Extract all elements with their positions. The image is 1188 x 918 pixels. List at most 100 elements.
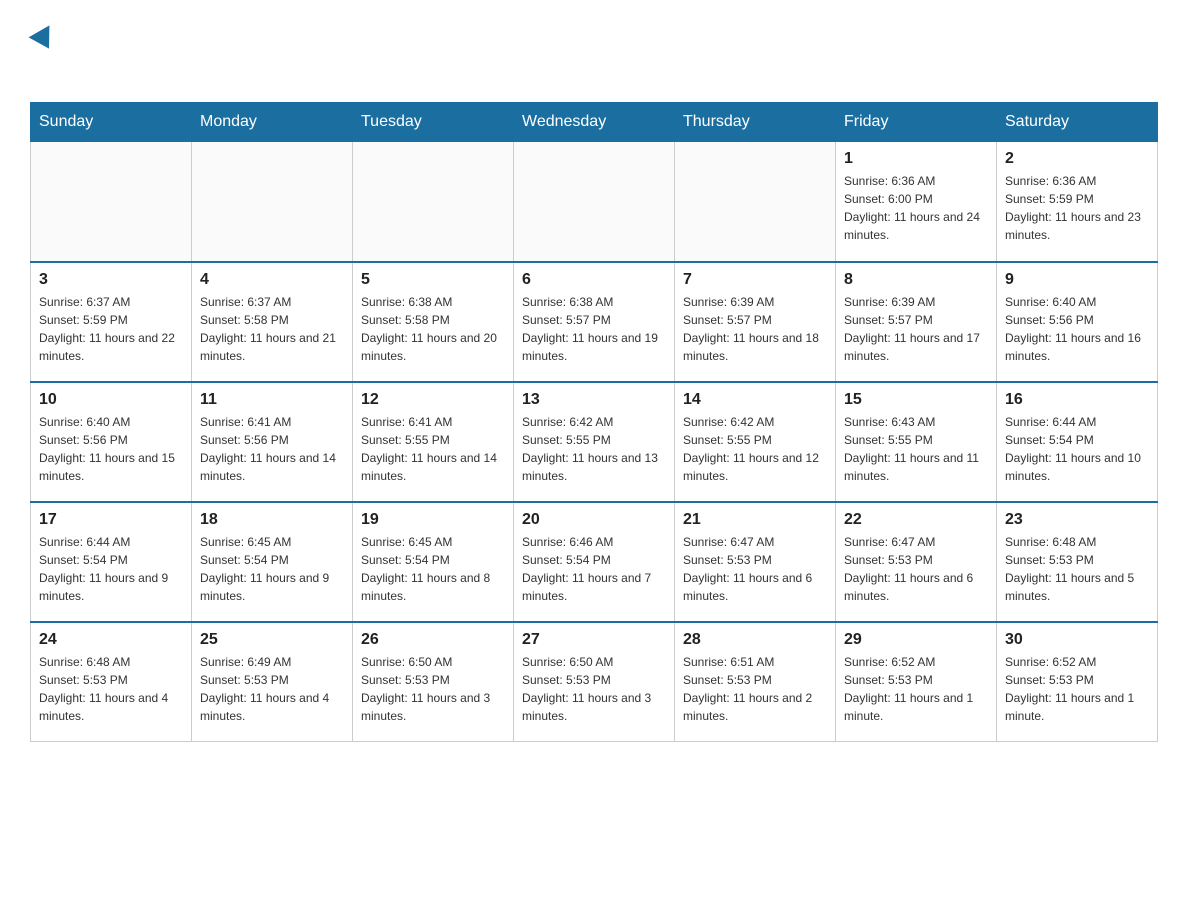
sunrise-text: Sunrise: 6:52 AM [1005, 653, 1149, 671]
weekday-header-sunday: Sunday [31, 103, 192, 142]
day-number: 12 [361, 391, 505, 409]
day-info: Sunrise: 6:42 AMSunset: 5:55 PMDaylight:… [683, 413, 827, 485]
sunset-text: Sunset: 5:58 PM [200, 311, 344, 329]
table-row: 9Sunrise: 6:40 AMSunset: 5:56 PMDaylight… [997, 262, 1158, 382]
table-row [31, 142, 192, 262]
day-number: 15 [844, 391, 988, 409]
sunrise-text: Sunrise: 6:44 AM [1005, 413, 1149, 431]
sunrise-text: Sunrise: 6:48 AM [1005, 533, 1149, 551]
day-info: Sunrise: 6:50 AMSunset: 5:53 PMDaylight:… [361, 653, 505, 725]
sunset-text: Sunset: 5:55 PM [683, 431, 827, 449]
calendar-week-row: 10Sunrise: 6:40 AMSunset: 5:56 PMDayligh… [31, 382, 1158, 502]
sunrise-text: Sunrise: 6:38 AM [522, 293, 666, 311]
sunrise-text: Sunrise: 6:36 AM [844, 172, 988, 190]
table-row: 20Sunrise: 6:46 AMSunset: 5:54 PMDayligh… [514, 502, 675, 622]
day-info: Sunrise: 6:52 AMSunset: 5:53 PMDaylight:… [1005, 653, 1149, 725]
day-info: Sunrise: 6:48 AMSunset: 5:53 PMDaylight:… [1005, 533, 1149, 605]
day-number: 13 [522, 391, 666, 409]
day-number: 18 [200, 511, 344, 529]
table-row [675, 142, 836, 262]
sunrise-text: Sunrise: 6:43 AM [844, 413, 988, 431]
day-number: 29 [844, 631, 988, 649]
table-row: 23 Sunrise: 6:48 AMSunset: 5:53 PMDayligh… [997, 502, 1158, 622]
table-row: 27Sunrise: 6:50 AMSunset: 5:53 PMDayligh… [514, 622, 675, 742]
sunrise-text: Sunrise: 6:37 AM [39, 293, 183, 311]
day-info: Sunrise: 6:47 AMSunset: 5:53 PMDaylight:… [844, 533, 988, 605]
sunset-text: Sunset: 5:53 PM [844, 551, 988, 569]
day-number: 17 [39, 511, 183, 529]
sunset-text: Sunset: 5:56 PM [39, 431, 183, 449]
table-row: 6Sunrise: 6:38 AMSunset: 5:57 PMDaylight… [514, 262, 675, 382]
day-number: 30 [1005, 631, 1149, 649]
day-number: 4 [200, 271, 344, 289]
table-row: 22Sunrise: 6:47 AMSunset: 5:53 PMDayligh… [836, 502, 997, 622]
sunrise-text: Sunrise: 6:41 AM [361, 413, 505, 431]
daylight-text: Daylight: 11 hours and 6 minutes. [844, 569, 988, 605]
day-info: Sunrise: 6:37 AMSunset: 5:58 PMDaylight:… [200, 293, 344, 365]
sunrise-text: Sunrise: 6:40 AM [1005, 293, 1149, 311]
daylight-text: Daylight: 11 hours and 12 minutes. [683, 449, 827, 485]
sunset-text: Sunset: 5:53 PM [200, 671, 344, 689]
table-row: 1 Sunrise: 6:36 AMSunset: 6:00 PMDaylight… [836, 142, 997, 262]
sunrise-text: Sunrise: 6:44 AM [39, 533, 183, 551]
sunset-text: Sunset: 5:59 PM [39, 311, 183, 329]
sunset-text: Sunset: 5:57 PM [522, 311, 666, 329]
day-info: Sunrise: 6:40 AMSunset: 5:56 PMDaylight:… [1005, 293, 1149, 365]
day-number: 23 [1005, 511, 1149, 529]
day-info: Sunrise: 6:44 AMSunset: 5:54 PMDaylight:… [1005, 413, 1149, 485]
sunrise-text: Sunrise: 6:36 AM [1005, 172, 1149, 190]
day-info: Sunrise: 6:48 AMSunset: 5:53 PMDaylight:… [39, 653, 183, 725]
sunrise-text: Sunrise: 6:47 AM [683, 533, 827, 551]
sunset-text: Sunset: 5:59 PM [1005, 190, 1149, 208]
day-info: Sunrise: 6:42 AMSunset: 5:55 PMDaylight:… [522, 413, 666, 485]
sunset-text: Sunset: 5:53 PM [683, 551, 827, 569]
day-info: Sunrise: 6:49 AMSunset: 5:53 PMDaylight:… [200, 653, 344, 725]
daylight-text: Daylight: 11 hours and 21 minutes. [200, 329, 344, 365]
table-row: 5Sunrise: 6:38 AMSunset: 5:58 PMDaylight… [353, 262, 514, 382]
sunrise-text: Sunrise: 6:52 AM [844, 653, 988, 671]
sunrise-text: Sunrise: 6:39 AM [844, 293, 988, 311]
table-row: 7Sunrise: 6:39 AMSunset: 5:57 PMDaylight… [675, 262, 836, 382]
sunrise-text: Sunrise: 6:51 AM [683, 653, 827, 671]
day-number: 3 [39, 271, 183, 289]
table-row: 28Sunrise: 6:51 AMSunset: 5:53 PMDayligh… [675, 622, 836, 742]
day-number: 25 [200, 631, 344, 649]
daylight-text: Daylight: 11 hours and 8 minutes. [361, 569, 505, 605]
daylight-text: Daylight: 11 hours and 19 minutes. [522, 329, 666, 365]
weekday-header-thursday: Thursday [675, 103, 836, 142]
day-number: 19 [361, 511, 505, 529]
sunset-text: Sunset: 5:53 PM [844, 671, 988, 689]
weekday-header-tuesday: Tuesday [353, 103, 514, 142]
page-header [30, 30, 1158, 82]
day-number: 26 [361, 631, 505, 649]
sunset-text: Sunset: 5:53 PM [39, 671, 183, 689]
table-row: 15Sunrise: 6:43 AMSunset: 5:55 PMDayligh… [836, 382, 997, 502]
sunset-text: Sunset: 5:54 PM [1005, 431, 1149, 449]
table-row: 12Sunrise: 6:41 AMSunset: 5:55 PMDayligh… [353, 382, 514, 502]
daylight-text: Daylight: 11 hours and 20 minutes. [361, 329, 505, 365]
day-number: 11 [200, 391, 344, 409]
table-row: 14Sunrise: 6:42 AMSunset: 5:55 PMDayligh… [675, 382, 836, 502]
day-info: Sunrise: 6:36 AMSunset: 6:00 PMDaylight:… [844, 172, 988, 244]
day-number: 7 [683, 271, 827, 289]
sunset-text: Sunset: 5:55 PM [844, 431, 988, 449]
daylight-text: Daylight: 11 hours and 5 minutes. [1005, 569, 1149, 605]
sunrise-text: Sunrise: 6:37 AM [200, 293, 344, 311]
daylight-text: Daylight: 11 hours and 14 minutes. [361, 449, 505, 485]
table-row: 17Sunrise: 6:44 AMSunset: 5:54 PMDayligh… [31, 502, 192, 622]
day-number: 1 [844, 150, 988, 168]
daylight-text: Daylight: 11 hours and 18 minutes. [683, 329, 827, 365]
day-info: Sunrise: 6:38 AMSunset: 5:57 PMDaylight:… [522, 293, 666, 365]
sunrise-text: Sunrise: 6:49 AM [200, 653, 344, 671]
sunset-text: Sunset: 5:53 PM [522, 671, 666, 689]
daylight-text: Daylight: 11 hours and 3 minutes. [361, 689, 505, 725]
table-row: 16Sunrise: 6:44 AMSunset: 5:54 PMDayligh… [997, 382, 1158, 502]
day-info: Sunrise: 6:45 AMSunset: 5:54 PMDaylight:… [200, 533, 344, 605]
day-number: 24 [39, 631, 183, 649]
daylight-text: Daylight: 11 hours and 6 minutes. [683, 569, 827, 605]
table-row: 10Sunrise: 6:40 AMSunset: 5:56 PMDayligh… [31, 382, 192, 502]
daylight-text: Daylight: 11 hours and 22 minutes. [39, 329, 183, 365]
daylight-text: Daylight: 11 hours and 1 minute. [1005, 689, 1149, 725]
day-info: Sunrise: 6:46 AMSunset: 5:54 PMDaylight:… [522, 533, 666, 605]
sunrise-text: Sunrise: 6:46 AM [522, 533, 666, 551]
